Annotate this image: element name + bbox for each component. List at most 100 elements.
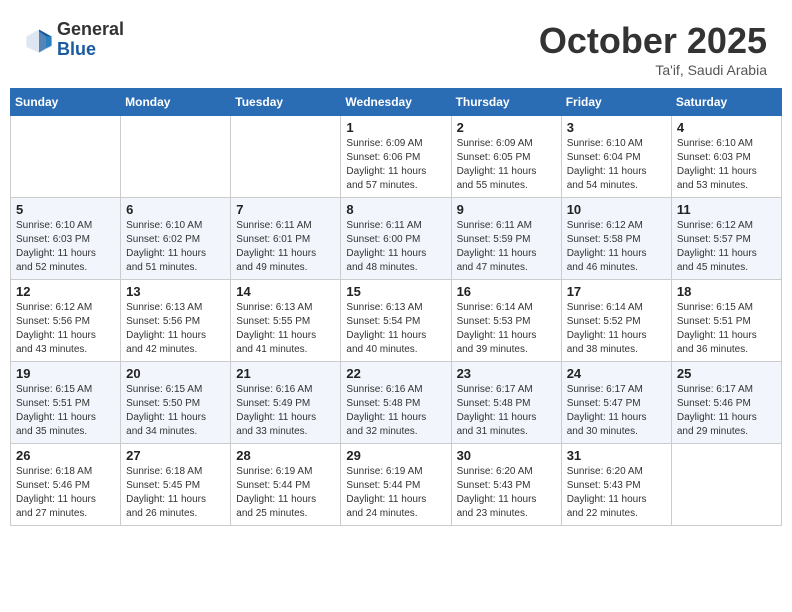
calendar-cell bbox=[121, 116, 231, 198]
calendar-cell: 19 Sunrise: 6:15 AM Sunset: 5:51 PM Dayli… bbox=[11, 362, 121, 444]
day-number: 17 bbox=[567, 284, 666, 299]
day-info: Sunrise: 6:10 AM Sunset: 6:03 PM Dayligh… bbox=[677, 137, 776, 193]
day-number: 5 bbox=[16, 202, 115, 217]
day-number: 6 bbox=[126, 202, 225, 217]
day-number: 3 bbox=[567, 120, 666, 135]
calendar-week-row: 1 Sunrise: 6:09 AM Sunset: 6:06 PM Daylig… bbox=[11, 116, 782, 198]
calendar-cell: 22 Sunrise: 6:16 AM Sunset: 5:48 PM Dayli… bbox=[341, 362, 451, 444]
calendar-cell: 3 Sunrise: 6:10 AM Sunset: 6:04 PM Daylig… bbox=[561, 116, 671, 198]
calendar-cell bbox=[231, 116, 341, 198]
day-number: 26 bbox=[16, 448, 115, 463]
calendar-cell: 16 Sunrise: 6:14 AM Sunset: 5:53 PM Dayli… bbox=[451, 280, 561, 362]
calendar-cell: 17 Sunrise: 6:14 AM Sunset: 5:52 PM Dayli… bbox=[561, 280, 671, 362]
weekday-label: Wednesday bbox=[341, 89, 451, 116]
calendar-cell bbox=[671, 444, 781, 526]
weekday-header: SundayMondayTuesdayWednesdayThursdayFrid… bbox=[11, 89, 782, 116]
day-number: 19 bbox=[16, 366, 115, 381]
calendar-cell bbox=[11, 116, 121, 198]
weekday-label: Thursday bbox=[451, 89, 561, 116]
day-info: Sunrise: 6:14 AM Sunset: 5:52 PM Dayligh… bbox=[567, 301, 666, 357]
calendar-cell: 7 Sunrise: 6:11 AM Sunset: 6:01 PM Daylig… bbox=[231, 198, 341, 280]
day-info: Sunrise: 6:15 AM Sunset: 5:50 PM Dayligh… bbox=[126, 383, 225, 439]
title-block: October 2025 Ta'if, Saudi Arabia bbox=[539, 20, 767, 78]
day-info: Sunrise: 6:10 AM Sunset: 6:04 PM Dayligh… bbox=[567, 137, 666, 193]
calendar-cell: 9 Sunrise: 6:11 AM Sunset: 5:59 PM Daylig… bbox=[451, 198, 561, 280]
day-number: 15 bbox=[346, 284, 445, 299]
logo-text: General Blue bbox=[57, 20, 124, 60]
day-info: Sunrise: 6:13 AM Sunset: 5:55 PM Dayligh… bbox=[236, 301, 335, 357]
day-number: 16 bbox=[457, 284, 556, 299]
calendar-cell: 13 Sunrise: 6:13 AM Sunset: 5:56 PM Dayli… bbox=[121, 280, 231, 362]
day-number: 27 bbox=[126, 448, 225, 463]
calendar-cell: 1 Sunrise: 6:09 AM Sunset: 6:06 PM Daylig… bbox=[341, 116, 451, 198]
calendar-cell: 12Sunrise: 6:12 AM Sunset: 5:56 PM Dayli… bbox=[11, 280, 121, 362]
logo: General Blue bbox=[25, 20, 124, 60]
calendar-week-row: 26 Sunrise: 6:18 AM Sunset: 5:46 PM Dayli… bbox=[11, 444, 782, 526]
day-info: Sunrise: 6:14 AM Sunset: 5:53 PM Dayligh… bbox=[457, 301, 556, 357]
day-info: Sunrise: 6:15 AM Sunset: 5:51 PM Dayligh… bbox=[677, 301, 776, 357]
calendar-cell: 4 Sunrise: 6:10 AM Sunset: 6:03 PM Daylig… bbox=[671, 116, 781, 198]
day-number: 7 bbox=[236, 202, 335, 217]
day-info: Sunrise: 6:09 AM Sunset: 6:06 PM Dayligh… bbox=[346, 137, 445, 193]
calendar-cell: 24 Sunrise: 6:17 AM Sunset: 5:47 PM Dayli… bbox=[561, 362, 671, 444]
day-info: Sunrise: 6:20 AM Sunset: 5:43 PM Dayligh… bbox=[567, 465, 666, 521]
calendar-cell: 10 Sunrise: 6:12 AM Sunset: 5:58 PM Dayli… bbox=[561, 198, 671, 280]
day-number: 2 bbox=[457, 120, 556, 135]
day-number: 24 bbox=[567, 366, 666, 381]
page-wrapper: General Blue October 2025 Ta'if, Saudi A… bbox=[10, 10, 782, 526]
day-info: Sunrise: 6:16 AM Sunset: 5:48 PM Dayligh… bbox=[346, 383, 445, 439]
day-number: 29 bbox=[346, 448, 445, 463]
calendar-week-row: 19 Sunrise: 6:15 AM Sunset: 5:51 PM Dayli… bbox=[11, 362, 782, 444]
calendar-table: SundayMondayTuesdayWednesdayThursdayFrid… bbox=[10, 88, 782, 526]
calendar-cell: 27 Sunrise: 6:18 AM Sunset: 5:45 PM Dayli… bbox=[121, 444, 231, 526]
day-info: Sunrise: 6:17 AM Sunset: 5:48 PM Dayligh… bbox=[457, 383, 556, 439]
day-number: 11 bbox=[677, 202, 776, 217]
calendar-cell: 29 Sunrise: 6:19 AM Sunset: 5:44 PM Dayli… bbox=[341, 444, 451, 526]
calendar-cell: 20Sunrise: 6:15 AM Sunset: 5:50 PM Dayli… bbox=[121, 362, 231, 444]
day-info: Sunrise: 6:18 AM Sunset: 5:46 PM Dayligh… bbox=[16, 465, 115, 521]
day-number: 13 bbox=[126, 284, 225, 299]
day-info: Sunrise: 6:12 AM Sunset: 5:58 PM Dayligh… bbox=[567, 219, 666, 275]
day-info: Sunrise: 6:10 AM Sunset: 6:02 PM Dayligh… bbox=[126, 219, 225, 275]
day-info: Sunrise: 6:19 AM Sunset: 5:44 PM Dayligh… bbox=[346, 465, 445, 521]
calendar-body: 1 Sunrise: 6:09 AM Sunset: 6:06 PM Daylig… bbox=[11, 116, 782, 526]
day-info: Sunrise: 6:18 AM Sunset: 5:45 PM Dayligh… bbox=[126, 465, 225, 521]
weekday-label: Sunday bbox=[11, 89, 121, 116]
calendar-cell: 28Sunrise: 6:19 AM Sunset: 5:44 PM Dayli… bbox=[231, 444, 341, 526]
day-info: Sunrise: 6:13 AM Sunset: 5:56 PM Dayligh… bbox=[126, 301, 225, 357]
day-number: 9 bbox=[457, 202, 556, 217]
day-info: Sunrise: 6:20 AM Sunset: 5:43 PM Dayligh… bbox=[457, 465, 556, 521]
day-info: Sunrise: 6:11 AM Sunset: 6:00 PM Dayligh… bbox=[346, 219, 445, 275]
day-info: Sunrise: 6:10 AM Sunset: 6:03 PM Dayligh… bbox=[16, 219, 115, 275]
day-number: 22 bbox=[346, 366, 445, 381]
day-number: 4 bbox=[677, 120, 776, 135]
weekday-label: Tuesday bbox=[231, 89, 341, 116]
weekday-label: Saturday bbox=[671, 89, 781, 116]
calendar-week-row: 5 Sunrise: 6:10 AM Sunset: 6:03 PM Daylig… bbox=[11, 198, 782, 280]
day-info: Sunrise: 6:11 AM Sunset: 6:01 PM Dayligh… bbox=[236, 219, 335, 275]
calendar-cell: 11 Sunrise: 6:12 AM Sunset: 5:57 PM Dayli… bbox=[671, 198, 781, 280]
calendar-cell: 31Sunrise: 6:20 AM Sunset: 5:43 PM Dayli… bbox=[561, 444, 671, 526]
day-number: 30 bbox=[457, 448, 556, 463]
calendar-week-row: 12Sunrise: 6:12 AM Sunset: 5:56 PM Dayli… bbox=[11, 280, 782, 362]
calendar-cell: 30 Sunrise: 6:20 AM Sunset: 5:43 PM Dayli… bbox=[451, 444, 561, 526]
day-info: Sunrise: 6:11 AM Sunset: 5:59 PM Dayligh… bbox=[457, 219, 556, 275]
day-info: Sunrise: 6:09 AM Sunset: 6:05 PM Dayligh… bbox=[457, 137, 556, 193]
calendar-cell: 5 Sunrise: 6:10 AM Sunset: 6:03 PM Daylig… bbox=[11, 198, 121, 280]
calendar-cell: 14 Sunrise: 6:13 AM Sunset: 5:55 PM Dayli… bbox=[231, 280, 341, 362]
day-number: 18 bbox=[677, 284, 776, 299]
calendar-cell: 26 Sunrise: 6:18 AM Sunset: 5:46 PM Dayli… bbox=[11, 444, 121, 526]
day-number: 21 bbox=[236, 366, 335, 381]
logo-icon bbox=[25, 26, 53, 54]
calendar-cell: 6 Sunrise: 6:10 AM Sunset: 6:02 PM Daylig… bbox=[121, 198, 231, 280]
day-info: Sunrise: 6:17 AM Sunset: 5:47 PM Dayligh… bbox=[567, 383, 666, 439]
day-number: 14 bbox=[236, 284, 335, 299]
day-info: Sunrise: 6:13 AM Sunset: 5:54 PM Dayligh… bbox=[346, 301, 445, 357]
weekday-label: Friday bbox=[561, 89, 671, 116]
day-info: Sunrise: 6:15 AM Sunset: 5:51 PM Dayligh… bbox=[16, 383, 115, 439]
day-number: 10 bbox=[567, 202, 666, 217]
day-info: Sunrise: 6:12 AM Sunset: 5:57 PM Dayligh… bbox=[677, 219, 776, 275]
day-number: 1 bbox=[346, 120, 445, 135]
day-info: Sunrise: 6:17 AM Sunset: 5:46 PM Dayligh… bbox=[677, 383, 776, 439]
calendar-cell: 25Sunrise: 6:17 AM Sunset: 5:46 PM Dayli… bbox=[671, 362, 781, 444]
